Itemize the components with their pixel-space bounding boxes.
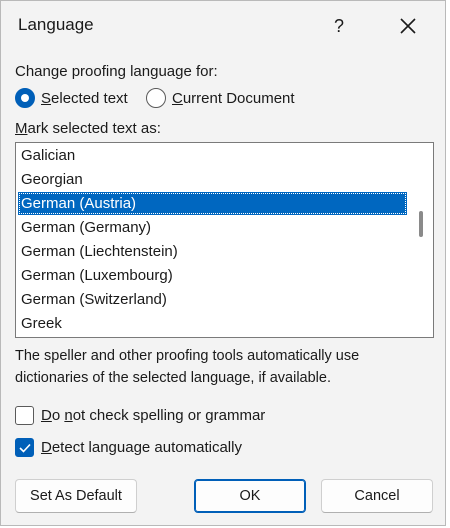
dialog-title: Language [18, 15, 94, 34]
list-item[interactable]: German (Luxembourg) [18, 264, 407, 287]
ok-button[interactable]: OK [194, 479, 306, 513]
detect-language-label[interactable]: Detect language automatically [41, 439, 242, 456]
list-item[interactable]: German (Liechtenstein) [18, 240, 407, 263]
scrollbar-thumb[interactable] [419, 211, 423, 237]
scrollbar[interactable] [407, 143, 433, 337]
detect-language-checkbox[interactable] [15, 438, 34, 457]
list-item[interactable]: German (Switzerland) [18, 288, 407, 311]
cancel-button[interactable]: Cancel [321, 479, 433, 513]
proofing-heading: Change proofing language for: [15, 63, 218, 80]
info-text: The speller and other proofing tools aut… [15, 348, 360, 386]
radio-selected-text[interactable] [15, 88, 35, 108]
help-button[interactable]: ? [321, 9, 357, 43]
radio-current-document[interactable] [146, 88, 166, 108]
list-item[interactable]: Galician [18, 144, 407, 167]
mark-label: Mark selected text as: [15, 120, 161, 137]
radio-current-document-label[interactable]: Current Document [172, 90, 295, 107]
list-item[interactable]: Greek [18, 312, 407, 335]
radio-selected-text-label[interactable]: Selected text [41, 90, 128, 107]
close-icon [400, 18, 416, 34]
list-item[interactable]: Georgian [18, 168, 407, 191]
checkmark-icon [19, 443, 31, 453]
language-dialog: Language ? Change proofing language for:… [0, 0, 446, 526]
list-item[interactable]: German (Germany) [18, 216, 407, 239]
no-check-checkbox[interactable] [15, 406, 34, 425]
title-bar: Language ? [1, 1, 445, 51]
list-item-selected[interactable]: German (Austria) [18, 192, 407, 215]
set-default-button[interactable]: Set As Default [15, 479, 137, 513]
no-check-label[interactable]: Do not check spelling or grammar [41, 407, 265, 424]
language-listbox[interactable]: Galician Georgian German (Austria) Germa… [15, 142, 434, 338]
close-button[interactable] [387, 9, 429, 43]
